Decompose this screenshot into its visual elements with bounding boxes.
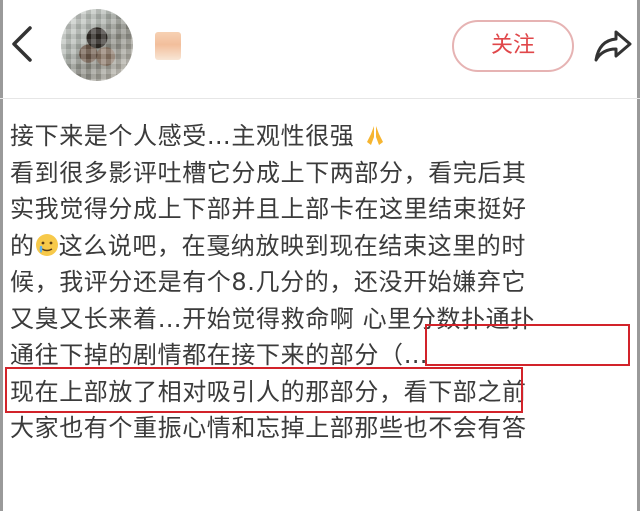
post-text: 实我觉得分成上下部并且上部卡在这里结束挺好 [10, 195, 527, 223]
follow-button[interactable]: 关注 [452, 20, 574, 72]
highlight-box [425, 324, 630, 366]
tearful-smile-emoji-icon [35, 233, 58, 256]
post-line-2: 看到很多影评吐槽它分成上下两部分，看完后其 [10, 155, 634, 192]
post-line-1: 接下来是个人感受…主观性很强 [10, 118, 634, 155]
post-text: 看到很多影评吐槽它分成上下两部分，看完后其 [10, 158, 527, 187]
post-text: 候，我评分还是有个8.几分的，还没开始嫌弃它 [10, 268, 527, 296]
share-icon[interactable] [592, 24, 634, 66]
avatar[interactable] [61, 9, 133, 81]
user-badge-icon [155, 32, 181, 60]
header-divider [0, 98, 640, 99]
post-text: 接下来是个人感受…主观性很强 [10, 122, 355, 150]
post-text: 通往下掉的剧情都在接下来的部分（… [10, 341, 429, 369]
post-text: 的 [10, 231, 35, 260]
post-line-9: 大家也有个重振心情和忘掉上部那些也不会有答 [10, 410, 634, 447]
post-header: 关注 [0, 0, 640, 100]
post-line-5: 候，我评分还是有个8.几分的，还没开始嫌弃它 [10, 264, 634, 301]
post-line-3: 实我觉得分成上下部并且上部卡在这里结束挺好 [10, 191, 634, 228]
highlight-box [5, 367, 523, 413]
post-text: 这么说吧，在戛纳放映到现在结束这里的时 [58, 231, 527, 260]
back-arrow-icon[interactable] [6, 20, 40, 68]
post-line-4: 的 这么说吧，在戛纳放映到现在结束这里的时 [10, 228, 634, 265]
post-text: 大家也有个重振心情和忘掉上部那些也不会有答 [10, 414, 527, 442]
pray-emoji-icon [366, 126, 383, 145]
